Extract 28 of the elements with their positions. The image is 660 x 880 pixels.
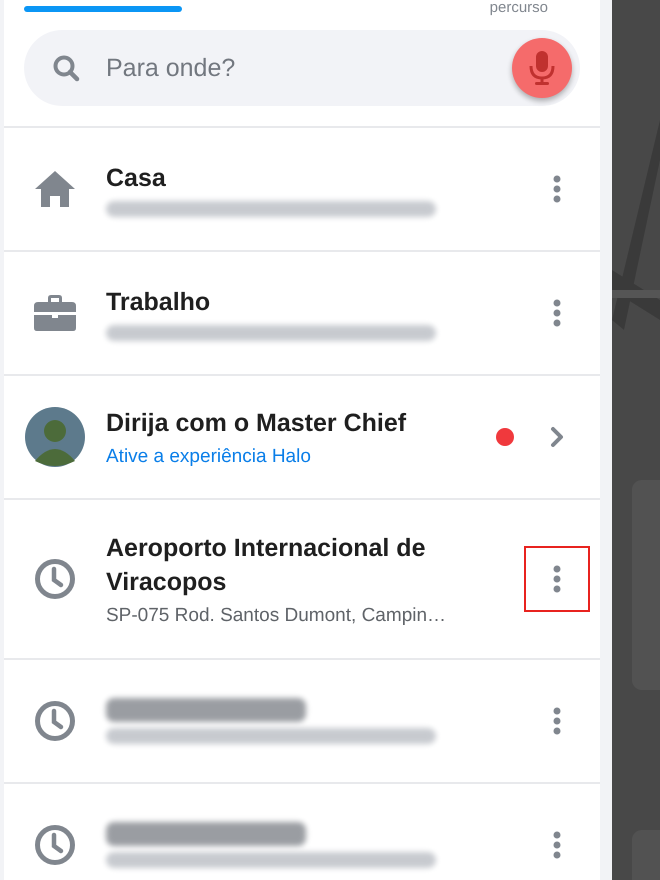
chevron-icon — [550, 426, 564, 448]
microphone-button[interactable] — [512, 38, 572, 98]
place-title: Trabalho — [106, 287, 212, 318]
experience-link[interactable]: Ative a experiência Halo — [106, 446, 486, 468]
place-item[interactable]: Trabalho — [4, 252, 600, 376]
microphone-icon — [529, 50, 555, 86]
clock-icon — [34, 824, 76, 866]
search-icon — [52, 54, 80, 82]
avatar-icon — [25, 407, 85, 467]
more-icon — [553, 707, 561, 735]
clock-icon — [34, 700, 76, 742]
place-title: Dirija com o Master Chief — [106, 408, 408, 439]
search-input[interactable]: Para onde? — [104, 52, 488, 84]
route-tab[interactable]: percurso — [490, 0, 548, 16]
place-item[interactable]: Casa — [4, 128, 600, 252]
more-button[interactable] — [524, 546, 590, 612]
place-title: Aeroporto Internacional de Viracopos — [106, 533, 426, 598]
clock-icon — [34, 558, 76, 600]
search-bar[interactable]: Para onde? — [24, 30, 580, 106]
more-icon — [553, 175, 561, 203]
place-address: SP-075 Rod. Santos Dumont, Campin… — [106, 605, 448, 627]
place-title: Casa — [106, 163, 167, 194]
more-icon — [553, 565, 561, 593]
house-icon — [33, 169, 77, 209]
more-icon — [553, 299, 561, 327]
briefcase-icon — [33, 294, 77, 332]
more-icon — [553, 831, 561, 859]
place-item[interactable]: Dirija com o Master Chief Ative a experiência Halo — [4, 376, 600, 500]
